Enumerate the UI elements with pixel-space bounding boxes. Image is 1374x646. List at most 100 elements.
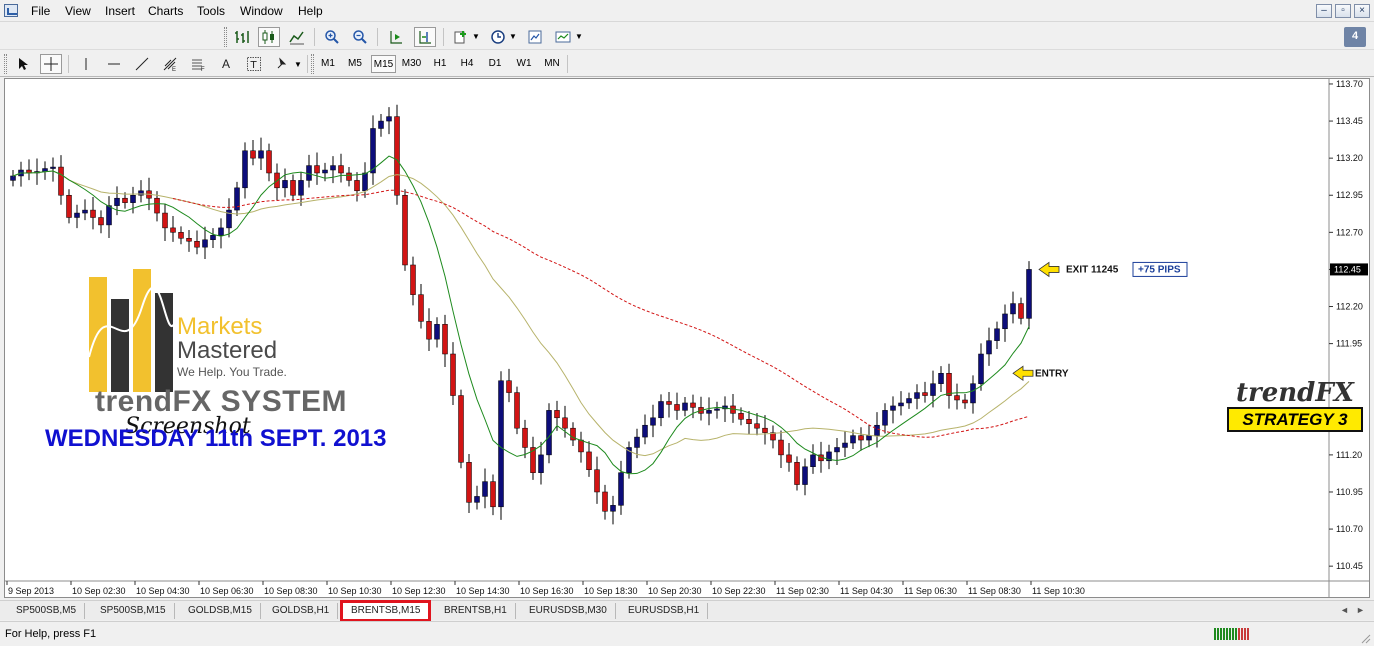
candle-body (74, 212, 80, 218)
fibonacci-icon[interactable]: E (159, 54, 181, 74)
timeframe-h4[interactable]: H4 (456, 55, 478, 73)
cursor-icon[interactable] (12, 54, 34, 74)
templates-icon[interactable] (524, 27, 546, 47)
zoom-out-icon[interactable] (349, 27, 371, 47)
candle-body (106, 205, 112, 226)
zoom-in-icon[interactable] (321, 27, 343, 47)
candle-body (794, 462, 800, 485)
arrows-icon[interactable] (272, 54, 294, 74)
gann-icon[interactable]: F (187, 54, 209, 74)
bar-chart-icon[interactable] (231, 27, 253, 47)
candle-body (194, 240, 200, 248)
minimize-button[interactable]: – (1316, 4, 1332, 18)
tab-sp500sb-m15[interactable]: SP500SB,M15 (92, 603, 175, 619)
candle-body (242, 150, 248, 189)
menu-help[interactable]: Help (298, 4, 323, 18)
x-tick-label: 9 Sep 2013 (8, 586, 54, 596)
indicators-icon[interactable] (450, 27, 472, 47)
app-icon[interactable] (4, 4, 18, 17)
x-tick-label: 10 Sep 04:30 (136, 586, 190, 596)
candle-body (410, 264, 416, 295)
svg-text:F: F (201, 67, 205, 72)
candle-body (594, 469, 600, 493)
tab-brentsb-h1[interactable]: BRENTSB,H1 (436, 603, 516, 619)
chevron-down-icon[interactable]: ▼ (575, 32, 583, 41)
candle-body (954, 395, 960, 401)
timeframe-h1[interactable]: H1 (429, 55, 451, 73)
chevron-down-icon[interactable]: ▼ (294, 60, 302, 69)
candle-body (850, 435, 856, 444)
candle-body (650, 417, 656, 426)
toolbar-grip[interactable] (4, 54, 7, 74)
candle-body (810, 454, 816, 468)
candle-body (170, 227, 176, 233)
tab-brentsb-m15[interactable]: BRENTSB,M15 (340, 600, 432, 622)
trendline-icon[interactable] (131, 54, 153, 74)
candle-body (546, 410, 552, 456)
periods-icon[interactable] (487, 27, 509, 47)
entry-arrow-icon (1012, 365, 1034, 382)
horizontal-line-icon[interactable] (103, 54, 125, 74)
candle-body (290, 180, 296, 196)
chart-properties-icon[interactable] (552, 27, 574, 47)
connection-status-icon (1214, 628, 1249, 640)
candle-body (218, 227, 224, 236)
timeframe-m30[interactable]: M30 (399, 55, 424, 73)
tab-goldsb-m15[interactable]: GOLDSB,M15 (180, 603, 261, 619)
candle-body (66, 194, 72, 218)
candlestick-chart-icon[interactable] (258, 27, 280, 47)
tab-eurusdsb-m30[interactable]: EURUSDSB,M30 (521, 603, 616, 619)
candle-body (858, 435, 864, 441)
text-icon[interactable]: A (215, 54, 237, 74)
chat-icon[interactable]: 4 (1344, 27, 1366, 47)
candle-body (314, 165, 320, 174)
line-chart-icon[interactable] (286, 27, 308, 47)
timeframe-w1[interactable]: W1 (512, 55, 536, 73)
menu-file[interactable]: File (31, 4, 50, 18)
text-label-icon[interactable]: T (243, 54, 265, 74)
close-button[interactable]: × (1354, 4, 1370, 18)
timeframe-mn[interactable]: MN (540, 55, 564, 73)
timeframe-m1[interactable]: M1 (317, 55, 339, 73)
candle-body (474, 496, 480, 503)
x-tick-label: 10 Sep 12:30 (392, 586, 446, 596)
chevron-down-icon[interactable]: ▼ (472, 32, 480, 41)
candle-body (330, 165, 336, 171)
x-tick-label: 10 Sep 06:30 (200, 586, 254, 596)
candle-body (994, 328, 1000, 341)
toolbar-grip[interactable] (311, 54, 314, 74)
tab-scroll-right-icon[interactable]: ► (1356, 605, 1365, 615)
strategy-name: trendFX (1236, 378, 1354, 408)
markets-mastered-logo: Markets Mastered We Help. You Trade. tre… (87, 267, 387, 439)
menu-insert[interactable]: Insert (105, 4, 135, 18)
chart-shift-icon[interactable] (414, 27, 436, 47)
chart-window[interactable]: 113.70 113.45 113.20 112.95 112.70 112.45 112.… (4, 78, 1370, 598)
crosshair-icon[interactable] (40, 54, 62, 74)
candle-body (434, 324, 440, 340)
restore-button[interactable]: ▫ (1335, 4, 1351, 18)
menu-window[interactable]: Window (240, 4, 283, 18)
candle-body (122, 197, 128, 203)
menu-tools[interactable]: Tools (197, 4, 225, 18)
menu-charts[interactable]: Charts (148, 4, 183, 18)
resize-grip-icon[interactable] (1359, 632, 1371, 644)
tab-eurusdsb-h1[interactable]: EURUSDSB,H1 (620, 603, 709, 619)
toolbar-grip[interactable] (224, 27, 227, 47)
timeframe-m15[interactable]: M15 (371, 55, 396, 73)
vertical-line-icon[interactable] (75, 54, 97, 74)
auto-scroll-icon[interactable] (385, 27, 407, 47)
logo-bars-icon (88, 269, 176, 392)
tab-sp500sb-m5[interactable]: SP500SB,M5 (8, 603, 86, 619)
tab-goldsb-h1[interactable]: GOLDSB,H1 (264, 603, 339, 619)
candle-body (602, 491, 608, 512)
tab-scroll-left-icon[interactable]: ◄ (1340, 605, 1349, 615)
menu-view[interactable]: View (65, 4, 91, 18)
candle-body (378, 120, 384, 129)
chevron-down-icon[interactable]: ▼ (509, 32, 517, 41)
candle-body (1010, 303, 1016, 315)
timeframe-m5[interactable]: M5 (344, 55, 366, 73)
brand-markets-text: Markets (177, 313, 263, 340)
timeframe-d1[interactable]: D1 (484, 55, 506, 73)
candle-body (738, 413, 744, 420)
candle-body (642, 424, 648, 438)
